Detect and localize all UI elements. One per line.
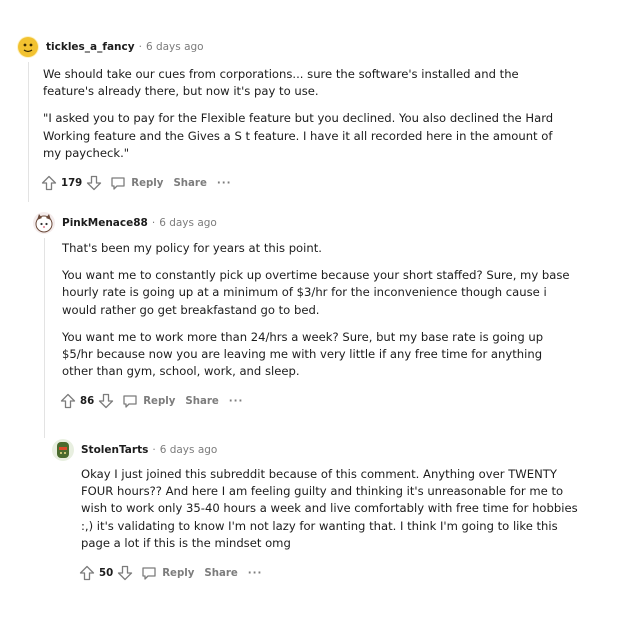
username[interactable]: PinkMenace88 bbox=[62, 217, 148, 229]
comment-header: tickles_a_fancy · 6 days ago bbox=[17, 34, 587, 60]
downvote-button[interactable] bbox=[98, 393, 114, 409]
comment-pinkmenace88: PinkMenace88 · 6 days ago That's been my… bbox=[33, 210, 593, 412]
vote-count: 179 bbox=[61, 177, 83, 189]
yellow-blob-avatar-icon[interactable] bbox=[17, 36, 39, 58]
reply-button[interactable]: Reply bbox=[110, 175, 163, 191]
more-options-button[interactable]: ··· bbox=[229, 396, 244, 407]
comment-actions: 86 Reply Share ··· bbox=[60, 390, 593, 412]
reply-label: Reply bbox=[131, 177, 164, 189]
vote-count: 86 bbox=[80, 395, 95, 407]
downvote-button[interactable] bbox=[86, 175, 102, 191]
share-label: Share bbox=[185, 395, 219, 407]
separator: · bbox=[151, 217, 156, 229]
comment-body: We should take our cues from corporation… bbox=[43, 66, 563, 162]
green-character-avatar-icon[interactable] bbox=[52, 439, 74, 461]
username[interactable]: StolenTarts bbox=[81, 444, 148, 456]
reply-button[interactable]: Reply bbox=[141, 565, 194, 581]
comment-stolentarts: StolenTarts · 6 days ago Okay I just joi… bbox=[52, 437, 592, 584]
cat-avatar-icon[interactable] bbox=[33, 212, 55, 234]
comment-paragraph: We should take our cues from corporation… bbox=[43, 67, 519, 99]
separator: · bbox=[138, 41, 142, 53]
reply-icon bbox=[111, 177, 125, 190]
upvote-button[interactable] bbox=[41, 175, 57, 191]
upvote-icon[interactable] bbox=[41, 175, 57, 191]
comment-actions: 179 Reply Share ··· bbox=[41, 172, 587, 194]
comment-tickles-a-fancy: tickles_a_fancy · 6 days ago We should t… bbox=[17, 34, 587, 194]
comment-paragraph: That's been my policy for years at this … bbox=[62, 241, 322, 255]
downvote-icon[interactable] bbox=[117, 565, 133, 581]
downvote-icon[interactable] bbox=[98, 393, 114, 409]
upvote-button[interactable] bbox=[79, 565, 95, 581]
more-icon: ··· bbox=[228, 395, 244, 407]
comment-paragraph: You want me to work more than 24/hrs a w… bbox=[62, 329, 544, 379]
upvote-icon[interactable] bbox=[60, 393, 76, 409]
comment-paragraph: Okay I just joined this subreddit becaus… bbox=[81, 467, 578, 550]
share-button[interactable]: Share bbox=[185, 396, 218, 407]
separator: · bbox=[152, 444, 156, 456]
timestamp[interactable]: 6 days ago bbox=[160, 444, 218, 456]
downvote-button[interactable] bbox=[117, 565, 133, 581]
upvote-button[interactable] bbox=[60, 393, 76, 409]
more-options-button[interactable]: ··· bbox=[248, 568, 263, 579]
comment-body: That's been my policy for years at this … bbox=[62, 240, 572, 380]
timestamp[interactable]: 6 days ago bbox=[159, 217, 217, 229]
share-button[interactable]: Share bbox=[204, 568, 237, 579]
share-label: Share bbox=[173, 177, 207, 189]
reply-icon bbox=[142, 567, 156, 580]
more-icon: ··· bbox=[216, 177, 232, 189]
comment-paragraph: "I asked you to pay for the Flexible fea… bbox=[43, 111, 554, 160]
comment-actions: 50 Reply Share ··· bbox=[79, 562, 592, 584]
reply-label: Reply bbox=[143, 395, 176, 407]
share-button[interactable]: Share bbox=[173, 178, 206, 189]
reply-icon bbox=[123, 395, 137, 409]
reply-label: Reply bbox=[162, 567, 195, 579]
username[interactable]: tickles_a_fancy bbox=[46, 41, 135, 53]
downvote-icon[interactable] bbox=[86, 175, 102, 191]
reply-button[interactable]: Reply bbox=[122, 393, 175, 409]
share-label: Share bbox=[204, 567, 238, 579]
upvote-icon[interactable] bbox=[79, 565, 95, 581]
comment-header: StolenTarts · 6 days ago bbox=[52, 437, 592, 463]
comment-header: PinkMenace88 · 6 days ago bbox=[33, 210, 593, 236]
more-icon: ··· bbox=[247, 567, 263, 579]
comment-body: Okay I just joined this subreddit becaus… bbox=[81, 466, 586, 552]
vote-count: 50 bbox=[99, 567, 114, 579]
more-options-button[interactable]: ··· bbox=[217, 178, 232, 189]
comment-paragraph: You want me to constantly pick up overti… bbox=[62, 268, 570, 317]
timestamp[interactable]: 6 days ago bbox=[146, 41, 204, 53]
